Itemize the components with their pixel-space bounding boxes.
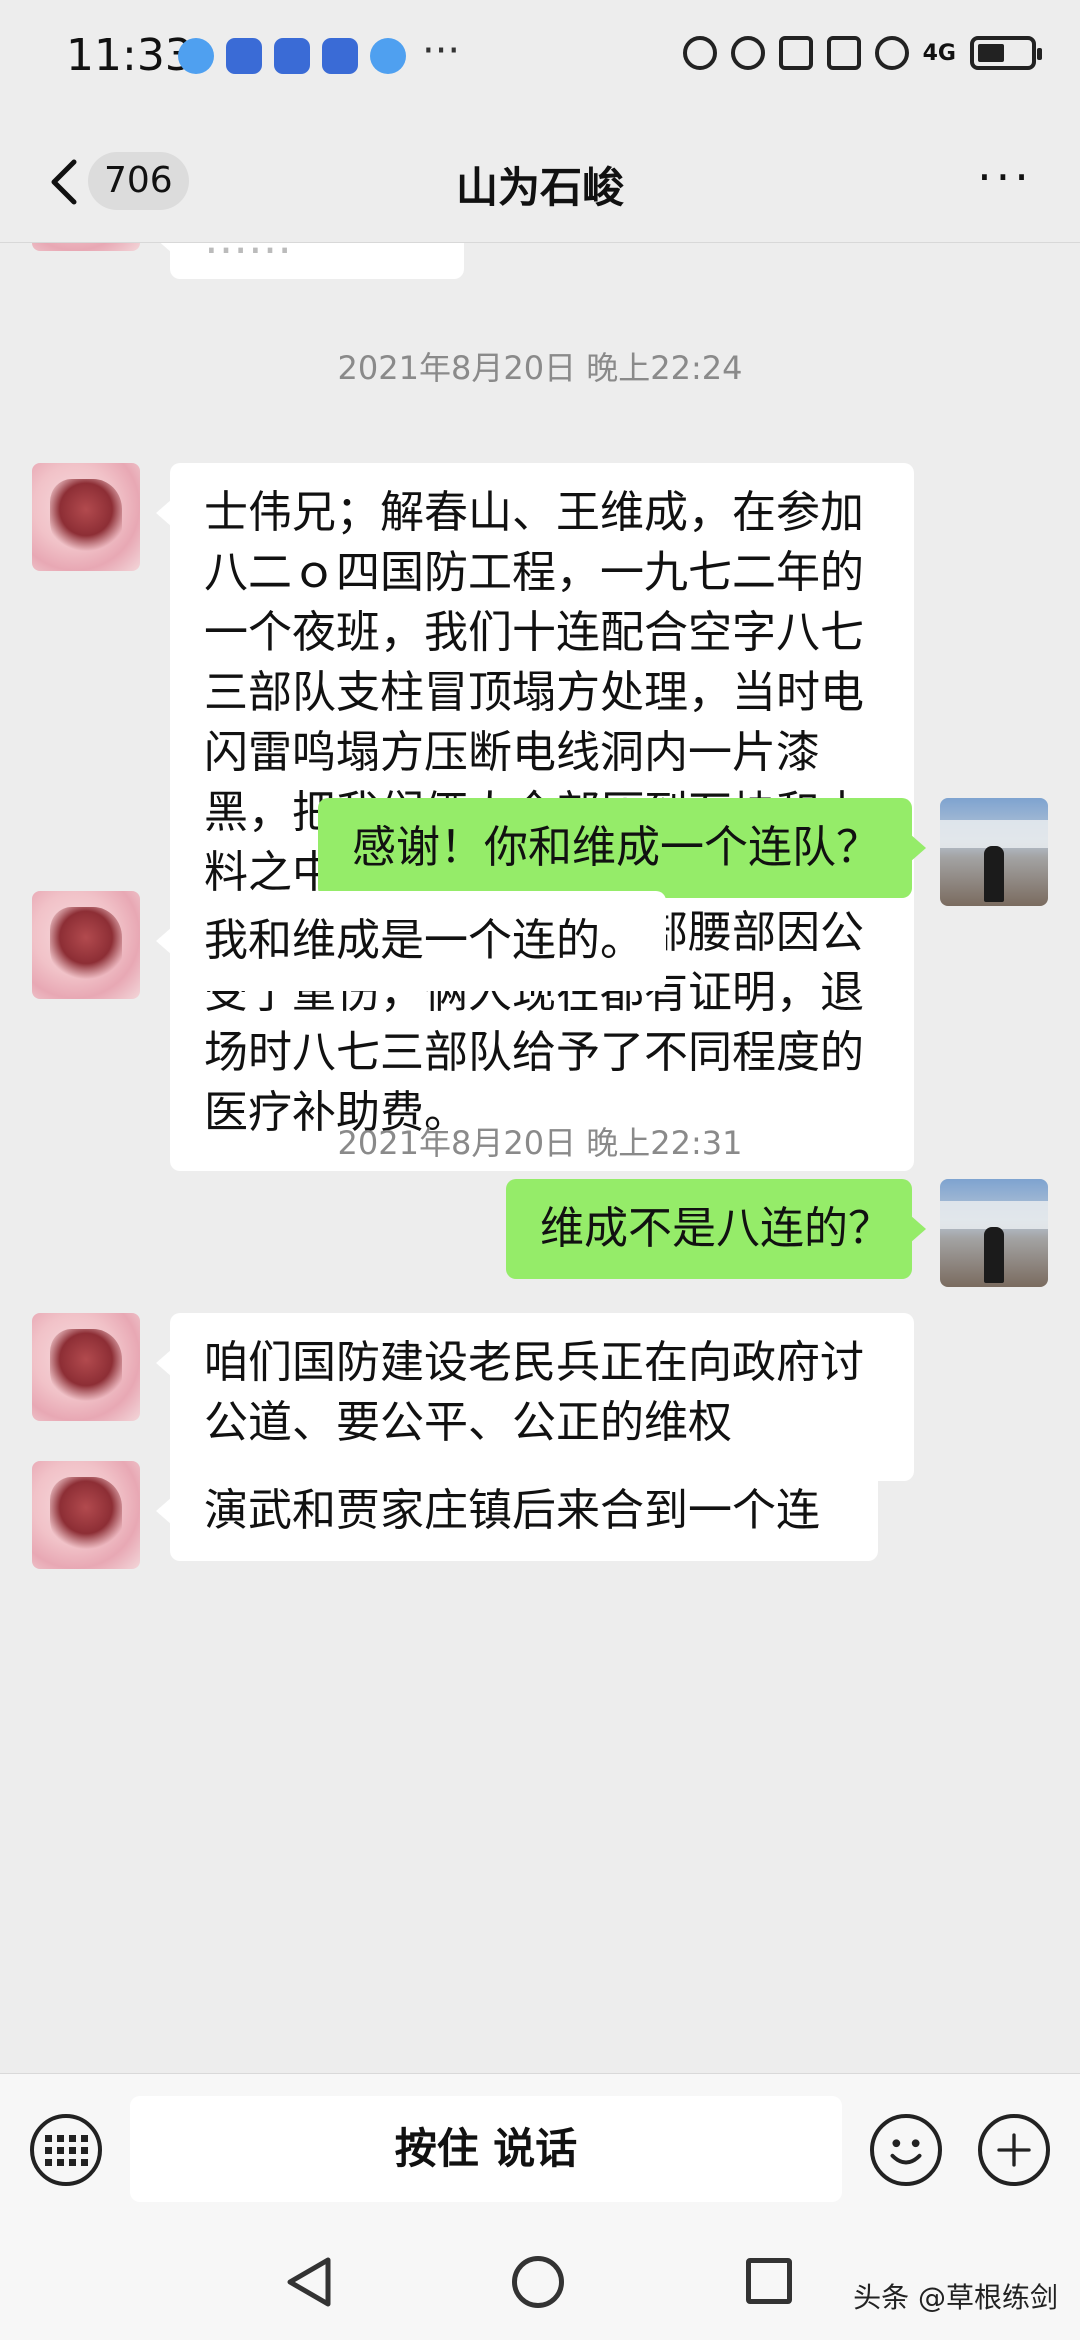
message-text-line: 闪雷鸣塌方压断电线洞内一片漆 <box>204 727 820 778</box>
hd-icon <box>682 36 717 70</box>
message-text-line: 三部队支柱冒顶塌方处理，当时电 <box>204 667 864 718</box>
notification-icons <box>178 38 406 74</box>
contact-avatar[interactable] <box>32 463 140 571</box>
triangle-back-icon <box>287 2257 331 2307</box>
emoji-button[interactable] <box>870 2114 942 2186</box>
contact-avatar[interactable] <box>32 891 140 999</box>
avatar-image <box>940 820 1048 848</box>
received-message-bubble[interactable]: 咱们国防建设老民兵正在向政府讨 公道、要公平、公正的维权 <box>156 1313 914 1481</box>
signal-4g-icon: 4G <box>922 40 956 66</box>
message-list[interactable]: …… 2021年8月20日 晚上22:24 士伟兄；解春山、王维成，在参加八二ｏ四国… <box>0 243 1080 2073</box>
avatar-image <box>50 479 122 555</box>
nav-back-button[interactable] <box>282 2254 336 2310</box>
avatar-image <box>50 907 122 983</box>
message-text: …… <box>204 243 292 264</box>
avatar-image <box>50 1477 122 1553</box>
system-navigation-bar: 头条 @草根练剑 <box>0 2224 1080 2340</box>
message-text-line: 感谢！你和维成一个连队？ <box>352 822 880 873</box>
wifi-icon <box>874 36 909 70</box>
app-notification-icon <box>226 38 262 74</box>
system-icons: 4G <box>682 36 1042 70</box>
hold-to-talk-button[interactable]: 按住 说话 <box>130 2096 842 2202</box>
plus-icon <box>997 2133 1031 2167</box>
my-avatar[interactable] <box>940 798 1048 906</box>
message-text-line: 我和维成是一个连的。 <box>204 915 644 966</box>
avatar-image <box>50 1329 122 1405</box>
message-text-line: 演武和贾家庄镇后来合到一个连 <box>204 1485 820 1536</box>
message-text-line: 八二ｏ四国防工程，一九七二年的 <box>204 547 864 598</box>
message-text-line: 维成不是八连的？ <box>540 1203 892 1254</box>
received-message-bubble[interactable]: …… <box>156 243 464 279</box>
browser-notification-icon <box>178 38 214 74</box>
contact-avatar[interactable] <box>32 1313 140 1421</box>
sent-message-bubble[interactable]: 维成不是八连的？ <box>506 1179 926 1279</box>
chat-header: 706 山为石峻 ··· <box>0 122 1080 243</box>
contact-avatar[interactable] <box>32 1461 140 1569</box>
message-text-line: 场时八七三部队给予了不同程度的 <box>204 1027 864 1078</box>
my-avatar[interactable] <box>940 1179 1048 1287</box>
smiley-icon <box>890 2139 922 2165</box>
avatar-image <box>940 1201 1048 1229</box>
eye-comfort-icon <box>730 36 765 70</box>
bluetooth-icon <box>778 36 813 70</box>
received-message-bubble[interactable]: 演武和贾家庄镇后来合到一个连 <box>156 1461 878 1561</box>
contact-avatar[interactable] <box>32 243 140 251</box>
message-timestamp: 2021年8月20日 晚上22:24 <box>337 349 743 387</box>
app-notification-icon <box>322 38 358 74</box>
avatar-image <box>984 846 1004 902</box>
more-options-button[interactable]: ··· <box>970 152 1040 212</box>
keyboard-icon <box>44 2134 88 2166</box>
nav-home-button[interactable] <box>512 2256 564 2308</box>
sent-message-bubble[interactable]: 感谢！你和维成一个连队？ <box>318 798 926 898</box>
vibrate-icon <box>826 36 861 70</box>
watermark-text: 头条 @草根练剑 <box>853 2281 1058 2314</box>
message-text-line: 公道、要公平、公正的维权 <box>204 1397 732 1448</box>
message-text-line: 士伟兄；解春山、王维成，在参加 <box>204 487 864 538</box>
battery-icon <box>970 36 1042 70</box>
input-bar: 按住 说话 <box>0 2073 1080 2224</box>
avatar-image <box>984 1227 1004 1283</box>
more-functions-button[interactable] <box>978 2114 1050 2186</box>
message-text-line: 一个夜班，我们十连配合空字八七 <box>204 607 864 658</box>
nav-recents-button[interactable] <box>746 2258 792 2304</box>
keyboard-toggle-button[interactable] <box>30 2114 102 2186</box>
baidu-notification-icon <box>274 38 310 74</box>
chat-title: 山为石峻 <box>455 163 624 212</box>
status-bar: 11:33 ··· 4G <box>0 0 1080 122</box>
received-message-bubble[interactable]: 我和维成是一个连的。 <box>156 891 666 991</box>
more-notifications-icon: ··· <box>422 28 461 74</box>
status-time: 11:33 <box>66 30 193 81</box>
message-timestamp: 2021年8月20日 晚上22:31 <box>337 1124 743 1162</box>
message-text-line: 咱们国防建设老民兵正在向政府讨 <box>204 1337 864 1388</box>
app-notification-icon <box>370 38 406 74</box>
